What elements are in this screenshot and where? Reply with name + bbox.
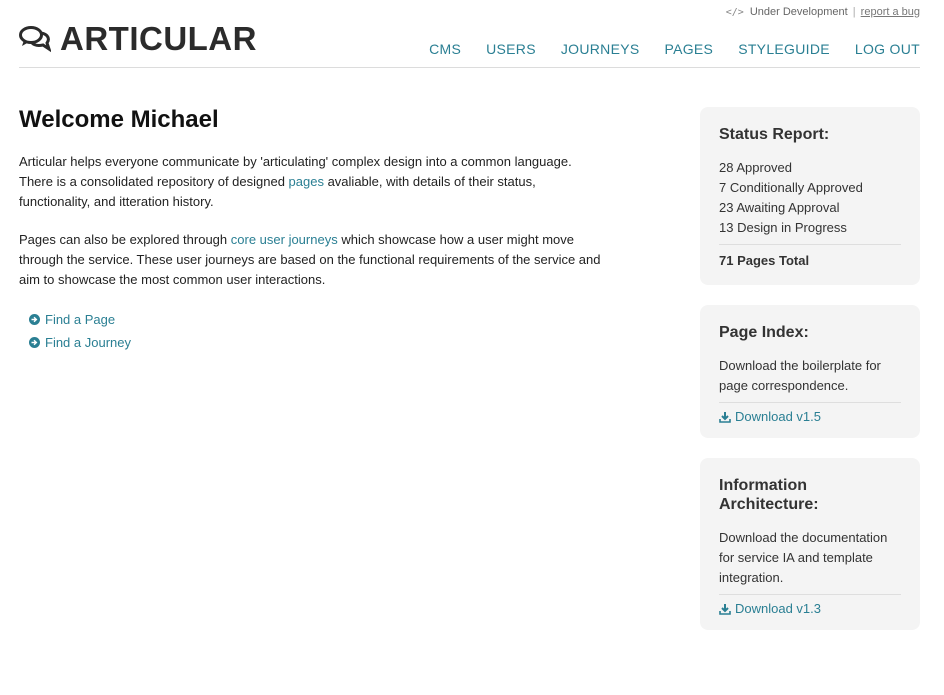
information-architecture-description: Download the documentation for service I…	[719, 530, 888, 585]
separator: |	[852, 6, 856, 18]
find-journey-link[interactable]: Find a Journey	[29, 335, 609, 350]
pages-total: 71 Pages Total	[719, 253, 810, 268]
code-icon: </>	[725, 7, 744, 18]
download-icon	[719, 411, 731, 423]
nav-journeys[interactable]: JOURNEYS	[561, 41, 640, 57]
find-page-link[interactable]: Find a Page	[29, 312, 609, 327]
divider	[719, 244, 901, 245]
status-report-panel: Status Report: 28 Approved 7 Conditional…	[700, 107, 920, 285]
status-design-in-progress: 13 Design in Progress	[719, 220, 847, 235]
brand-name: ARTICULAR	[60, 20, 257, 57]
dev-status: Under Development	[749, 6, 848, 18]
journeys-paragraph: Pages can also be explored through core …	[19, 230, 609, 290]
status-approved: 28 Approved	[719, 160, 793, 175]
nav-log-out[interactable]: LOG OUT	[855, 41, 920, 57]
brand-logo[interactable]: ARTICULAR	[19, 20, 257, 58]
main-nav: CMS USERS JOURNEYS PAGES STYLEGUIDE LOG …	[404, 41, 920, 57]
intro-paragraph: Articular helps everyone communicate by …	[19, 152, 609, 212]
information-architecture-panel: Information Architecture: Download the d…	[700, 458, 920, 630]
sidebar: Status Report: 28 Approved 7 Conditional…	[700, 107, 920, 650]
circle-arrow-right-icon	[29, 314, 40, 325]
divider	[719, 594, 901, 595]
nav-cms[interactable]: CMS	[429, 41, 461, 57]
download-page-index-label: Download v1.5	[735, 409, 821, 424]
find-journey-label: Find a Journey	[45, 335, 131, 350]
download-ia-button[interactable]: Download v1.3	[719, 601, 901, 616]
main-content: Welcome Michael Articular helps everyone…	[19, 106, 609, 358]
download-icon	[719, 603, 731, 615]
status-report-title: Status Report:	[719, 126, 830, 143]
download-page-index-button[interactable]: Download v1.5	[719, 409, 901, 424]
speech-bubbles-icon	[19, 26, 51, 53]
nav-pages[interactable]: PAGES	[664, 41, 713, 57]
information-architecture-title: Information Architecture:	[719, 477, 819, 513]
utility-bar: </> Under Development | report a bug	[726, 6, 920, 18]
page-index-panel: Page Index: Download the boilerplate for…	[700, 305, 920, 438]
find-page-label: Find a Page	[45, 312, 116, 327]
circle-arrow-right-icon	[29, 337, 40, 348]
nav-styleguide[interactable]: STYLEGUIDE	[738, 41, 830, 57]
divider	[719, 402, 901, 403]
quick-actions: Find a Page Find a Journey	[29, 312, 609, 350]
page-index-description: Download the boilerplate for page corres…	[719, 358, 881, 393]
status-conditionally-approved: 7 Conditionally Approved	[719, 180, 863, 195]
page-index-title: Page Index:	[719, 324, 809, 341]
pages-link[interactable]: pages	[289, 174, 324, 189]
header-divider	[19, 67, 920, 68]
nav-users[interactable]: USERS	[486, 41, 536, 57]
core-user-journeys-link[interactable]: core user journeys	[231, 232, 338, 247]
status-awaiting-approval: 23 Awaiting Approval	[719, 200, 840, 215]
page-title: Welcome Michael	[19, 106, 219, 133]
journeys-text-before: Pages can also be explored through	[19, 232, 231, 247]
download-ia-label: Download v1.3	[735, 601, 821, 616]
report-bug-link[interactable]: report a bug	[861, 6, 920, 18]
